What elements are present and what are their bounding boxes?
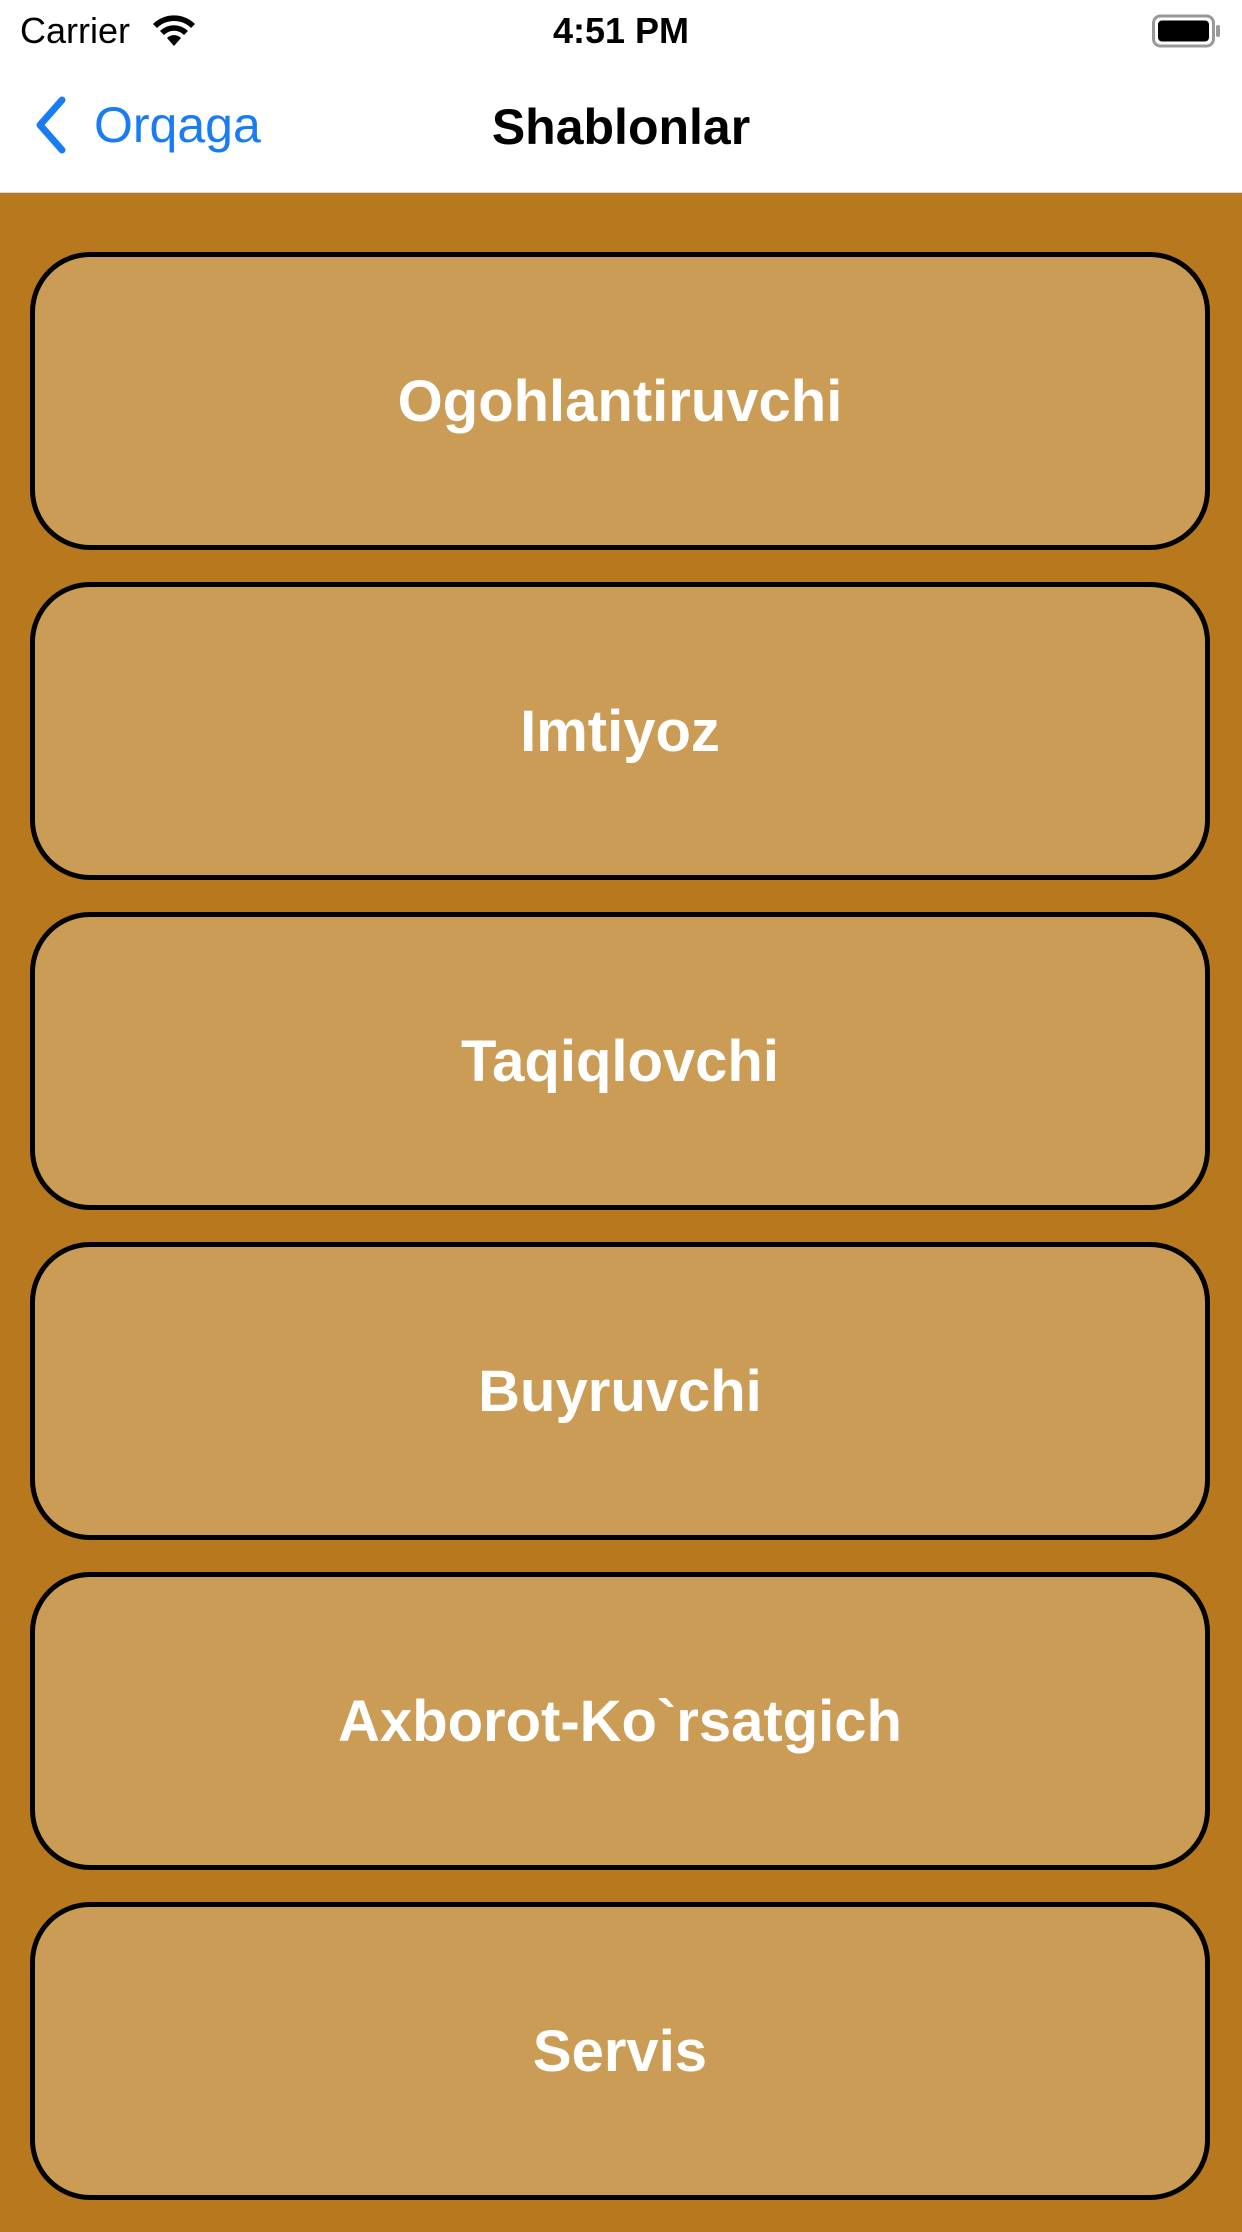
template-button-buyruvchi[interactable]: Buyruvchi [30,1242,1210,1540]
template-button-taqiqlovchi[interactable]: Taqiqlovchi [30,912,1210,1210]
template-label: Servis [532,2018,708,2084]
template-button-ogohlantiruvchi[interactable]: Ogohlantiruvchi [30,252,1210,550]
navigation-bar: Orqaga Shablonlar [0,62,1242,193]
template-label: Taqiqlovchi [461,1028,779,1094]
template-label: Ogohlantiruvchi [397,368,843,434]
template-button-servis[interactable]: Servis [30,1902,1210,2200]
page-title: Shablonlar [491,99,751,155]
template-label: Axborot-Ko`rsatgich [338,1688,902,1754]
status-time: 4:51 PM [552,10,690,51]
template-button-imtiyoz[interactable]: Imtiyoz [30,582,1210,880]
template-label: Buyruvchi [478,1358,762,1424]
template-label: Imtiyoz [520,698,720,764]
battery-icon [1152,14,1220,48]
template-list: Ogohlantiruvchi Imtiyoz Taqiqlovchi Buyr… [30,252,1212,2232]
status-bar: Carrier 4:51 PM [0,0,1242,62]
template-button-axborot-korsatgich[interactable]: Axborot-Ko`rsatgich [30,1572,1210,1870]
